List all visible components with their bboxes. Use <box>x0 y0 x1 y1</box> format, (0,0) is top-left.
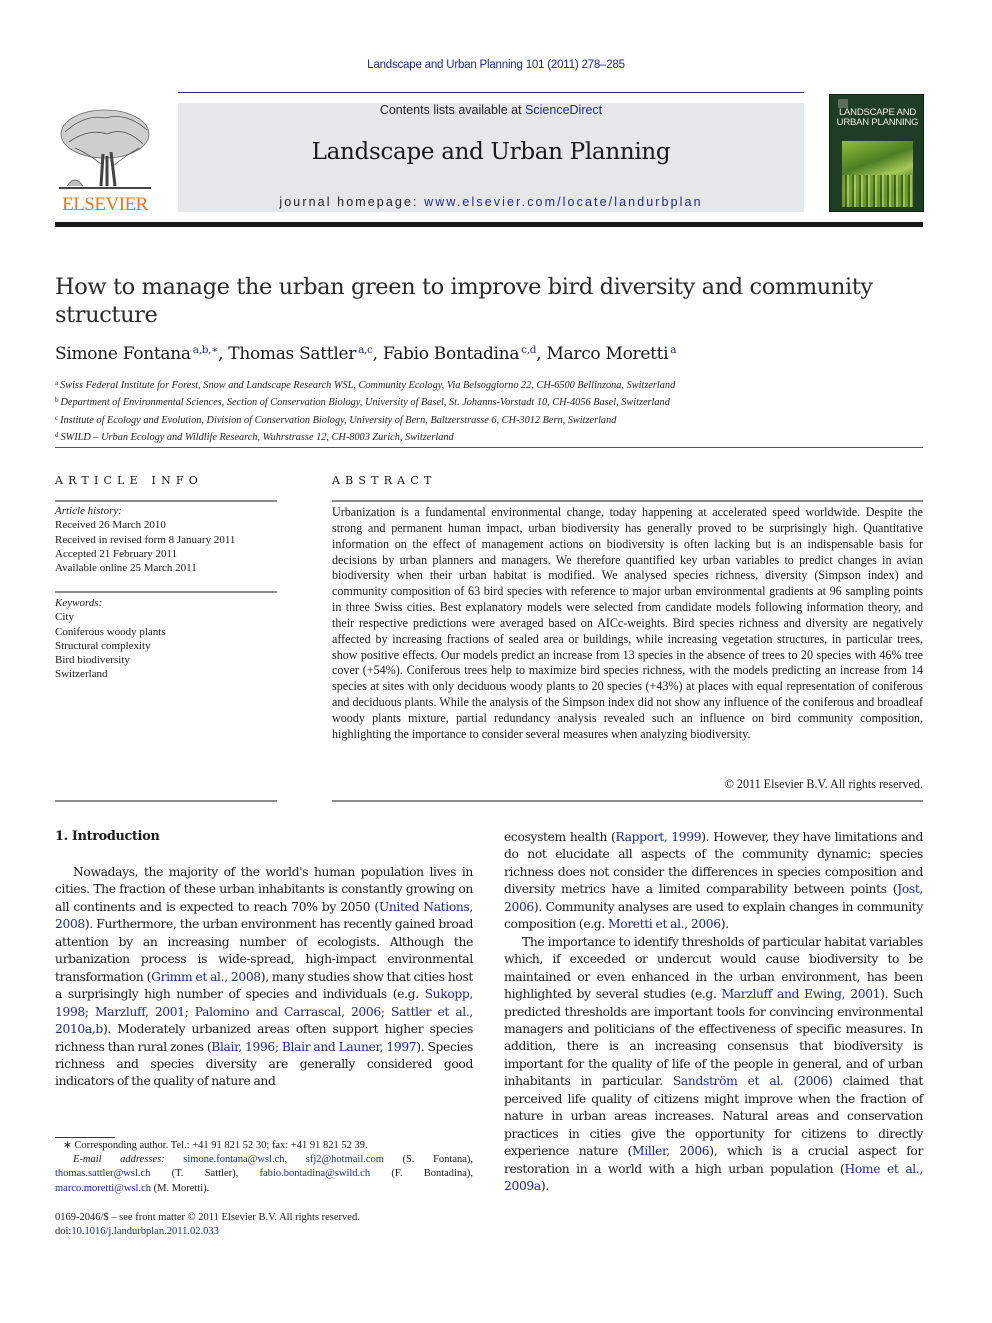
paragraph-text: ). <box>720 917 729 932</box>
article-history: Article history: Received 26 March 2010 … <box>55 504 277 575</box>
author-affiliation-link[interactable]: a,b,∗ <box>193 344 219 356</box>
email-link[interactable]: thomas.sattler@wsl.ch <box>55 1168 150 1179</box>
corresponding-author-note: ∗ Corresponding author. Tel.: +41 91 821… <box>63 1140 368 1151</box>
keywords-label: Keywords: <box>55 597 103 609</box>
abstract-rule <box>332 500 923 502</box>
header-thick-rule <box>55 222 923 227</box>
email-label: E-mail addresses: <box>73 1154 165 1166</box>
contents-availability: Contents lists available at ScienceDirec… <box>178 103 804 117</box>
email-line: thomas.sattler@wsl.ch (T. Sattler), fabi… <box>55 1167 473 1181</box>
affiliation: d SWILD – Urban Ecology and Wildlife Rese… <box>55 428 915 445</box>
article-info-rule <box>55 500 277 502</box>
article-history-label: Article history: <box>55 505 122 517</box>
email-owner: (S. Fontana), <box>402 1154 474 1166</box>
keywords-rule <box>55 591 277 593</box>
cover-photo-lower <box>842 175 913 207</box>
email-link[interactable]: marco.moretti@wsl.ch <box>55 1183 151 1194</box>
homepage-prefix: journal homepage: <box>279 195 425 209</box>
paragraph: ecosystem health (Rapport, 1999). Howeve… <box>504 829 923 934</box>
doi-label: doi: <box>55 1226 72 1238</box>
author-list: Simone Fontana a,b,∗, Thomas Sattler a,c, … <box>55 344 677 364</box>
section-rule <box>55 447 923 448</box>
section-heading-introduction: 1. Introduction <box>55 829 160 844</box>
paragraph: Nowadays, the majority of the world's hu… <box>55 864 473 1091</box>
header-rule <box>178 92 804 93</box>
citation-link[interactable]: Sandström et al. (2006) <box>673 1074 833 1088</box>
homepage-link[interactable]: www.elsevier.com/locate/landurbplan <box>424 195 702 209</box>
author-name: Marco Moretti <box>546 344 669 364</box>
citation-link[interactable]: Marzluff and Ewing, 2001 <box>722 987 881 1001</box>
citation-link[interactable]: Grimm et al., 2008 <box>151 970 261 984</box>
footnote-rule <box>55 1137 115 1138</box>
email-link[interactable]: sfj2@hotmail.com <box>306 1154 384 1165</box>
keywords: Keywords: City Coniferous woody plants S… <box>55 596 277 682</box>
introduction-right-column: ecosystem health (Rapport, 1999). Howeve… <box>504 829 923 1196</box>
front-matter: 0169-2046/$ – see front matter © 2011 El… <box>55 1211 473 1239</box>
keyword: City <box>55 611 74 624</box>
keyword: Switzerland <box>55 668 108 681</box>
doi-link[interactable]: 10.1016/j.landurbplan.2011.02.033 <box>71 1226 218 1237</box>
affiliation: c Institute of Ecology and Evolution, Div… <box>55 411 915 428</box>
abstract-bottom-rule <box>332 800 923 802</box>
affiliation-key: c <box>55 413 59 422</box>
article-info-heading: ARTICLE INFO <box>55 474 203 487</box>
affiliation: a Swiss Federal Institute for Forest, Sno… <box>55 376 915 393</box>
citation-link[interactable]: Blair, 1996; Blair and Launer, 1997 <box>211 1040 416 1054</box>
abstract-text: Urbanization is a fundamental environmen… <box>332 505 923 741</box>
citation-link[interactable]: Rapport, 1999 <box>615 830 701 844</box>
affiliation: b Department of Environmental Sciences, S… <box>55 393 915 410</box>
sciencedirect-link[interactable]: ScienceDirect <box>525 103 602 117</box>
affiliation-text: Swiss Federal Institute for Forest, Snow… <box>60 380 676 391</box>
affiliation-key: b <box>55 396 59 405</box>
journal-cover-image[interactable]: LANDSCAPE AND URBAN PLANNING <box>829 94 924 212</box>
journal-homepage: journal homepage: www.elsevier.com/locat… <box>178 195 804 209</box>
affiliation-text: Department of Environmental Sciences, Se… <box>60 397 670 409</box>
running-head[interactable]: Landscape and Urban Planning 101 (2011) … <box>0 59 992 71</box>
affiliation-key: a <box>55 379 59 387</box>
journal-title: Landscape and Urban Planning <box>311 139 671 165</box>
history-entry: Received in revised form 8 January 2011 <box>55 533 236 546</box>
email-owner: (F. Bontadina), <box>391 1168 474 1180</box>
keyword: Structural complexity <box>55 639 151 652</box>
paragraph-text: ). <box>540 1179 549 1194</box>
author-name: Simone Fontana <box>55 344 191 364</box>
journal-banner: Contents lists available at ScienceDirec… <box>178 103 804 212</box>
history-entry: Available online 25 March 2011 <box>55 562 197 575</box>
author-affiliation-link[interactable]: c,d <box>521 344 536 356</box>
doi-line: doi:10.1016/j.landurbplan.2011.02.033 <box>55 1225 473 1239</box>
keyword: Bird biodiversity <box>55 654 130 667</box>
citation-link[interactable]: Moretti et al., 2006 <box>608 917 721 931</box>
abstract-heading: ABSTRACT <box>332 474 437 487</box>
issn-line: 0169-2046/$ – see front matter © 2011 El… <box>55 1212 360 1223</box>
affiliation-key: d <box>55 430 59 439</box>
author-name: Thomas Sattler <box>228 344 357 364</box>
keyword: Coniferous woody plants <box>55 625 166 638</box>
history-entry: Accepted 21 February 2011 <box>55 547 178 560</box>
email-link[interactable]: simone.fontana@wsl.ch <box>183 1154 284 1165</box>
author-affiliation-link[interactable]: a,c <box>358 344 373 356</box>
affiliation-text: Institute of Ecology and Evolution, Divi… <box>60 414 617 426</box>
contents-prefix: Contents lists available at <box>379 103 526 117</box>
author-name: Fabio Bontadina <box>382 344 520 364</box>
abstract-copyright: © 2011 Elsevier B.V. All rights reserved… <box>724 777 923 791</box>
paragraph-text: ecosystem health ( <box>504 830 616 844</box>
article-title: How to manage the urban green to improve… <box>55 274 873 328</box>
email-link[interactable]: fabio.bontadina@swild.ch <box>260 1168 371 1179</box>
email-line: E-mail addresses: simone.fontana@wsl.ch,… <box>73 1154 474 1166</box>
email-owner: (T. Sattler), <box>171 1168 239 1180</box>
paragraph: The importance to identify thresholds of… <box>504 934 923 1196</box>
author-affiliation-link[interactable]: a <box>670 344 676 356</box>
cover-title-line: URBAN PLANNING <box>836 117 919 128</box>
email-owner: (M. Moretti). <box>153 1182 210 1194</box>
cover-title: LANDSCAPE AND URBAN PLANNING <box>830 108 923 128</box>
history-entry: Received 26 March 2010 <box>55 519 166 532</box>
footnote: ∗ Corresponding author. Tel.: +41 91 821… <box>55 1139 473 1196</box>
affiliations: a Swiss Federal Institute for Forest, Sno… <box>55 376 915 445</box>
elsevier-logo-text: ELSEVIER <box>62 194 148 215</box>
introduction-left-column: Nowadays, the majority of the world's hu… <box>55 864 473 1091</box>
email-line: marco.moretti@wsl.ch (M. Moretti). <box>55 1182 473 1196</box>
article-info-bottom-rule <box>55 800 277 802</box>
citation-link[interactable]: Miller, 2006 <box>632 1144 710 1158</box>
affiliation-text: SWILD – Urban Ecology and Wildlife Resea… <box>60 431 454 443</box>
